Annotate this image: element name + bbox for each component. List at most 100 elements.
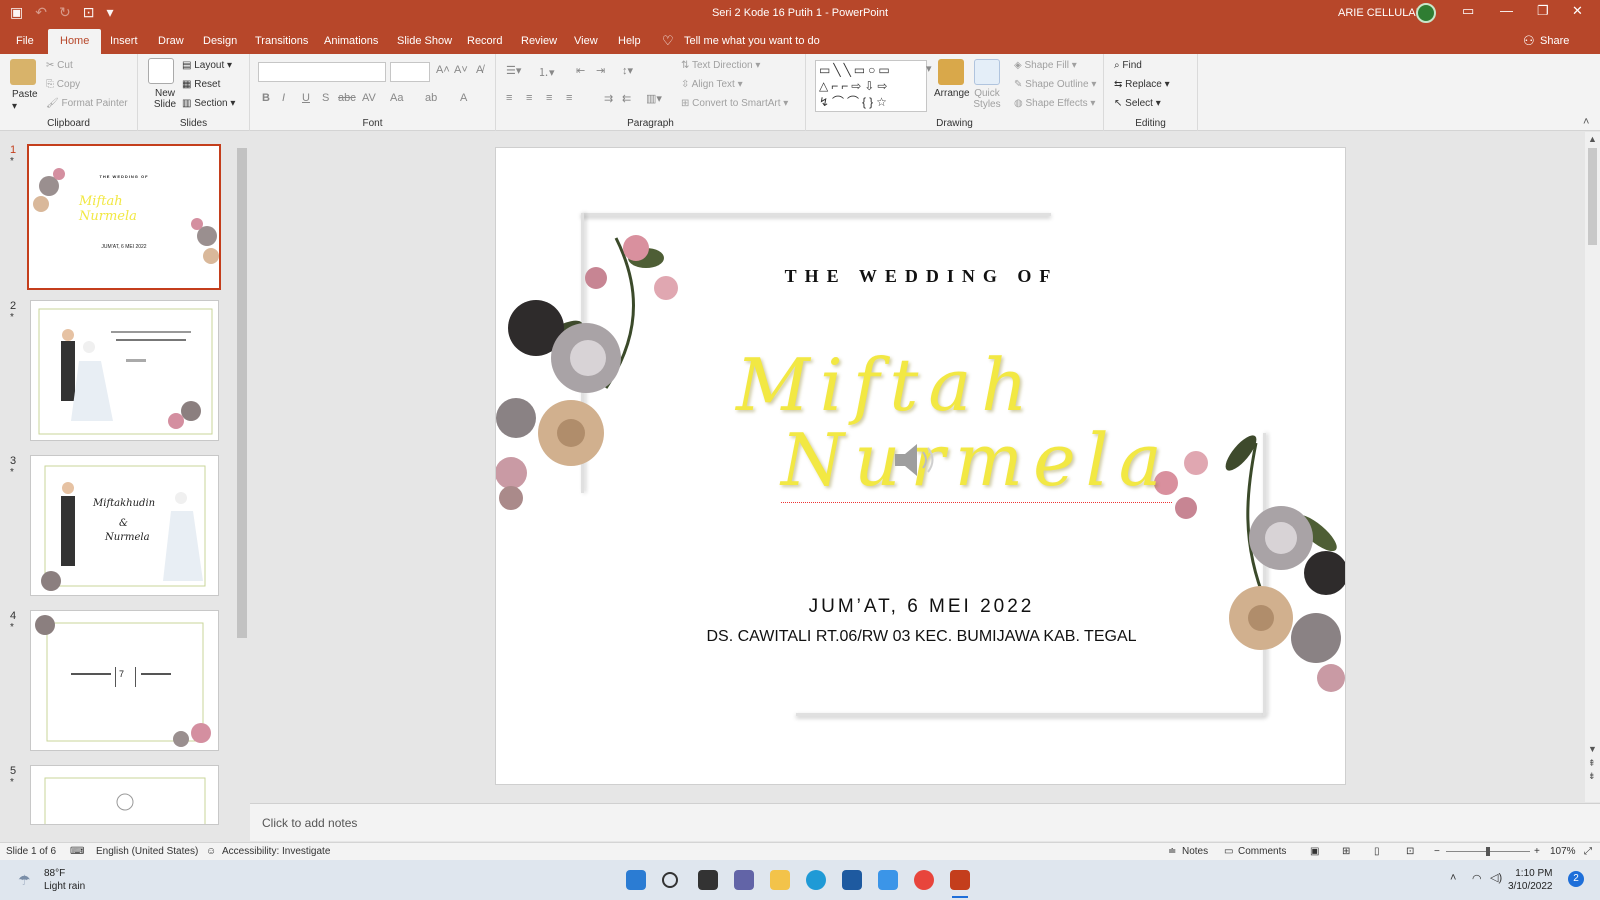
fit-slide-icon[interactable]: ⤢	[1584, 846, 1592, 857]
paste-button[interactable]: Paste	[12, 89, 38, 100]
slide-thumb-3[interactable]: Miftakhudin & Nurmela	[30, 455, 219, 596]
char-spacing-button[interactable]: AV	[362, 92, 376, 104]
tab-review[interactable]: Review	[521, 35, 557, 47]
tab-animations[interactable]: Animations	[324, 35, 378, 47]
notes-placeholder[interactable]: Click to add notes	[262, 816, 357, 830]
align-text-button[interactable]: ⇳ Align Text ▾	[681, 79, 743, 90]
font-color-button[interactable]: A	[460, 92, 467, 104]
edge-icon[interactable]	[806, 870, 826, 890]
zoom-out-icon[interactable]: −	[1434, 846, 1440, 857]
spellcheck-icon[interactable]: ⌨	[70, 846, 84, 857]
tab-transitions[interactable]: Transitions	[255, 35, 308, 47]
audio-speaker-icon[interactable]	[891, 440, 941, 480]
slideshow-view-icon[interactable]: ⊡	[1406, 846, 1414, 857]
chrome-icon[interactable]	[914, 870, 934, 890]
system-clock[interactable]: 1:10 PM 3/10/2022	[1508, 867, 1553, 893]
zoom-level[interactable]: 107%	[1550, 846, 1576, 857]
teams-chat-icon[interactable]	[734, 870, 754, 890]
shape-effects-button[interactable]: ◍ Shape Effects ▾	[1014, 98, 1095, 109]
notes-icon[interactable]: ≐	[1168, 846, 1176, 857]
find-button[interactable]: ⌕ Find	[1114, 60, 1142, 71]
arrange-button[interactable]: Arrange	[934, 88, 970, 99]
bold-button[interactable]: B	[262, 92, 270, 104]
copy-button[interactable]: ⎘ Copy	[46, 79, 80, 90]
replace-button[interactable]: ⇆ Replace ▾	[1114, 79, 1170, 90]
close-icon[interactable]: ✕	[1572, 3, 1583, 19]
tray-overflow-icon[interactable]: ˄	[1450, 872, 1456, 884]
notes-pane[interactable]: Click to add notes	[250, 803, 1600, 841]
notes-button[interactable]: Notes	[1182, 846, 1208, 857]
align-right-icon[interactable]: ≡	[546, 92, 552, 104]
share-button[interactable]: Share	[1540, 35, 1569, 47]
tab-help[interactable]: Help	[618, 35, 641, 47]
file-explorer-icon[interactable]	[770, 870, 790, 890]
zoom-slider-thumb[interactable]	[1486, 847, 1490, 856]
shapes-gallery[interactable]: ▭╲╲▭○▭ △⌐⌐⇨⇩⇨ ↯⌒⌒{}☆	[815, 60, 927, 112]
layout-button[interactable]: ▤ Layout ▾	[182, 60, 232, 71]
text-dir-ltr-icon[interactable]: ⇉	[604, 92, 613, 105]
collapse-ribbon-icon[interactable]: ˄	[1583, 116, 1589, 128]
quick-styles-button[interactable]: Quick Styles	[972, 88, 1002, 110]
zoom-in-icon[interactable]: +	[1534, 846, 1540, 857]
format-painter-button[interactable]: 🖌 Format Painter	[46, 98, 128, 109]
user-name[interactable]: ARIE CELLULAR	[1338, 7, 1424, 19]
store-icon[interactable]	[842, 870, 862, 890]
weather-widget[interactable]: 88°F Light rain	[44, 867, 85, 893]
shapes-more-icon[interactable]: ▾	[926, 62, 932, 75]
text-direction-button[interactable]: ⇅ Text Direction ▾	[681, 60, 760, 71]
tell-me-search[interactable]: Tell me what you want to do	[684, 35, 820, 47]
grow-font-icon[interactable]: A˄	[436, 64, 450, 76]
volume-icon[interactable]: ◁)	[1490, 871, 1502, 884]
underline-button[interactable]: U	[302, 92, 310, 104]
tab-record[interactable]: Record	[467, 35, 502, 47]
tab-insert[interactable]: Insert	[110, 35, 138, 47]
select-button[interactable]: ↖ Select ▾	[1114, 98, 1161, 109]
notification-badge[interactable]: 2	[1568, 871, 1584, 887]
convert-smartart-button[interactable]: ⊞ Convert to SmartArt ▾	[681, 98, 788, 109]
next-slide-icon[interactable]: ⇟	[1588, 771, 1596, 782]
bullets-icon[interactable]: ☰▾	[506, 64, 521, 77]
font-name-combo[interactable]	[258, 62, 386, 82]
slide-heading[interactable]: THE WEDDING OF	[496, 266, 1345, 287]
slide-thumb-2[interactable]	[30, 300, 219, 441]
event-date[interactable]: JUM’AT, 6 MEI 2022	[496, 596, 1345, 618]
wifi-icon[interactable]: ◠	[1472, 872, 1482, 885]
arrange-icon[interactable]	[938, 59, 964, 85]
cut-button[interactable]: ✂ Cut	[46, 60, 73, 71]
language-indicator[interactable]: English (United States)	[96, 846, 198, 857]
font-size-combo[interactable]	[390, 62, 430, 82]
tab-view[interactable]: View	[574, 35, 598, 47]
justify-icon[interactable]: ≡	[566, 92, 572, 104]
clear-formatting-icon[interactable]: A̸	[476, 64, 483, 76]
quick-styles-icon[interactable]	[974, 59, 1000, 85]
start-icon[interactable]	[626, 870, 646, 890]
reading-view-icon[interactable]: ▯	[1374, 846, 1380, 857]
tab-draw[interactable]: Draw	[158, 35, 184, 47]
columns-icon[interactable]: ▥▾	[646, 92, 662, 105]
tab-file[interactable]: File	[16, 35, 34, 47]
slide-thumb-4[interactable]: 7	[30, 610, 219, 751]
line-spacing-icon[interactable]: ↕▾	[622, 64, 633, 77]
bride-name[interactable]: Nurmela	[781, 418, 1172, 503]
accessibility-icon[interactable]: ☺	[206, 846, 216, 857]
tab-home[interactable]: Home	[48, 29, 102, 54]
slide-thumb-1[interactable]: THE WEDDING OF Miftah Nurmela JUM’AT, 6 …	[27, 144, 221, 290]
change-case-button[interactable]: Aa	[390, 92, 403, 104]
powerpoint-taskbar-icon[interactable]	[950, 870, 970, 890]
shape-outline-button[interactable]: ✎ Shape Outline ▾	[1014, 79, 1096, 90]
comments-button[interactable]: Comments	[1238, 846, 1286, 857]
tab-design[interactable]: Design	[203, 35, 237, 47]
numbering-icon[interactable]: ⒈▾	[538, 64, 555, 80]
align-center-icon[interactable]: ≡	[526, 92, 532, 104]
thumbnail-scroll-thumb[interactable]	[237, 148, 247, 638]
editor-scroll-thumb[interactable]	[1588, 148, 1597, 245]
strikethrough-button[interactable]: abc	[338, 92, 356, 104]
weather-icon[interactable]: ☂	[18, 872, 31, 889]
decrease-indent-icon[interactable]: ⇤	[576, 64, 585, 77]
phone-link-icon[interactable]	[878, 870, 898, 890]
normal-view-icon[interactable]: ▣	[1310, 846, 1319, 857]
shape-fill-button[interactable]: ◈ Shape Fill ▾	[1014, 60, 1077, 71]
tab-slide-show[interactable]: Slide Show	[397, 35, 452, 47]
align-left-icon[interactable]: ≡	[506, 92, 512, 104]
search-icon[interactable]	[662, 872, 678, 888]
